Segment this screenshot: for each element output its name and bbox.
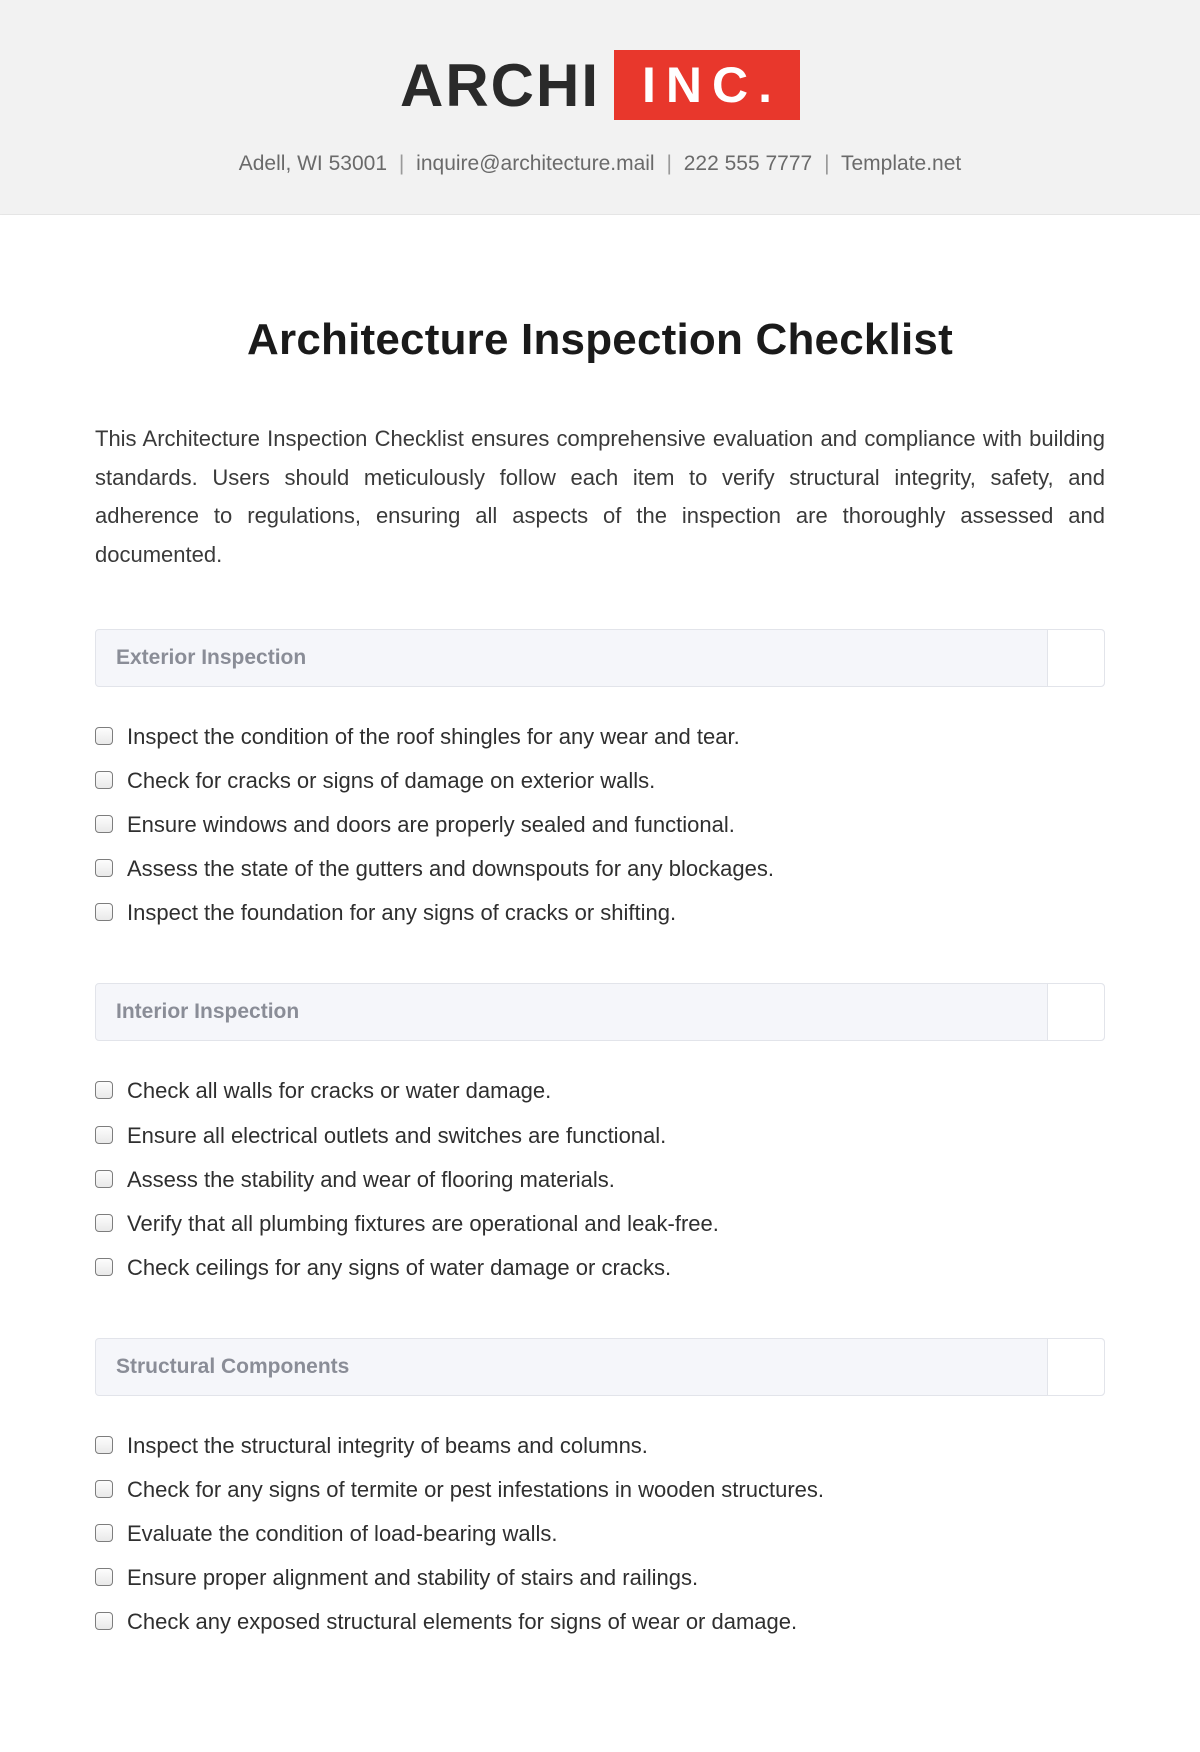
- checklist-item: Ensure windows and doors are properly se…: [95, 803, 1105, 847]
- checkbox-icon[interactable]: [95, 1568, 113, 1586]
- checklist-item-label: Ensure proper alignment and stability of…: [127, 1561, 698, 1595]
- intro-paragraph: This Architecture Inspection Checklist e…: [95, 420, 1105, 574]
- contact-email: inquire@architecture.mail: [416, 152, 654, 175]
- checkbox-icon[interactable]: [95, 1480, 113, 1498]
- checkbox-icon[interactable]: [95, 1612, 113, 1630]
- checklist-item: Evaluate the condition of load-bearing w…: [95, 1512, 1105, 1556]
- checklist-item: Ensure all electrical outlets and switch…: [95, 1114, 1105, 1158]
- checklist-item-label: Ensure all electrical outlets and switch…: [127, 1119, 666, 1153]
- contact-site: Template.net: [841, 152, 961, 175]
- section-header: Structural Components: [95, 1338, 1105, 1396]
- checkbox-icon[interactable]: [95, 903, 113, 921]
- checkbox-icon[interactable]: [95, 1126, 113, 1144]
- page-title: Architecture Inspection Checklist: [95, 315, 1105, 365]
- checklist-item: Check ceilings for any signs of water da…: [95, 1246, 1105, 1290]
- checklist-item: Check all walls for cracks or water dama…: [95, 1069, 1105, 1113]
- checkbox-icon[interactable]: [95, 1258, 113, 1276]
- logo: ARCHI INC.: [400, 50, 800, 120]
- checklist-item: Assess the stability and wear of floorin…: [95, 1158, 1105, 1202]
- checklist-item-label: Assess the state of the gutters and down…: [127, 852, 774, 886]
- checklist-section: Interior Inspection Check all walls for c…: [95, 983, 1105, 1289]
- checklist-section: Structural Components Inspect the structu…: [95, 1338, 1105, 1644]
- checkbox-icon[interactable]: [95, 1214, 113, 1232]
- document-body: Architecture Inspection Checklist This A…: [0, 215, 1200, 1752]
- checkbox-icon[interactable]: [95, 771, 113, 789]
- section-header: Interior Inspection: [95, 983, 1105, 1041]
- checklist-item-label: Check ceilings for any signs of water da…: [127, 1251, 671, 1285]
- checklist-item: Check any exposed structural elements fo…: [95, 1600, 1105, 1644]
- separator-icon: |: [824, 152, 829, 175]
- separator-icon: |: [399, 152, 404, 175]
- checklist-item: Check for any signs of termite or pest i…: [95, 1468, 1105, 1512]
- checklist-item-label: Ensure windows and doors are properly se…: [127, 808, 735, 842]
- logo-text: ARCHI: [400, 51, 600, 120]
- checklist-item-label: Evaluate the condition of load-bearing w…: [127, 1517, 558, 1551]
- checklist-item-label: Check all walls for cracks or water dama…: [127, 1074, 551, 1108]
- checklist-item-label: Inspect the foundation for any signs of …: [127, 896, 676, 930]
- checkbox-icon[interactable]: [95, 1170, 113, 1188]
- checklist-item: Inspect the structural integrity of beam…: [95, 1424, 1105, 1468]
- checkbox-icon[interactable]: [95, 727, 113, 745]
- checkbox-icon[interactable]: [95, 1081, 113, 1099]
- checklist-item-label: Inspect the condition of the roof shingl…: [127, 720, 740, 754]
- checkbox-icon[interactable]: [95, 815, 113, 833]
- contact-address: Adell, WI 53001: [239, 152, 387, 175]
- checkbox-icon[interactable]: [95, 1436, 113, 1454]
- checklist-item-label: Assess the stability and wear of floorin…: [127, 1163, 615, 1197]
- contact-line: Adell, WI 53001 | inquire@architecture.m…: [0, 152, 1200, 176]
- checklist-item-label: Check any exposed structural elements fo…: [127, 1605, 797, 1639]
- checklist-item-label: Check for any signs of termite or pest i…: [127, 1473, 824, 1507]
- checklist-item: Inspect the condition of the roof shingl…: [95, 715, 1105, 759]
- logo-badge: INC.: [614, 50, 800, 120]
- checklist-item-label: Check for cracks or signs of damage on e…: [127, 764, 655, 798]
- checkbox-icon[interactable]: [95, 859, 113, 877]
- separator-icon: |: [666, 152, 671, 175]
- contact-phone: 222 555 7777: [684, 152, 812, 175]
- checklist-item: Check for cracks or signs of damage on e…: [95, 759, 1105, 803]
- checklist-section: Exterior Inspection Inspect the condition…: [95, 629, 1105, 935]
- document-header: ARCHI INC. Adell, WI 53001 | inquire@arc…: [0, 0, 1200, 215]
- checklist-item-label: Inspect the structural integrity of beam…: [127, 1429, 648, 1463]
- checklist-item: Ensure proper alignment and stability of…: [95, 1556, 1105, 1600]
- checklist-item-label: Verify that all plumbing fixtures are op…: [127, 1207, 719, 1241]
- section-header: Exterior Inspection: [95, 629, 1105, 687]
- checklist-item: Verify that all plumbing fixtures are op…: [95, 1202, 1105, 1246]
- checklist-item: Inspect the foundation for any signs of …: [95, 891, 1105, 935]
- checklist-item: Assess the state of the gutters and down…: [95, 847, 1105, 891]
- checkbox-icon[interactable]: [95, 1524, 113, 1542]
